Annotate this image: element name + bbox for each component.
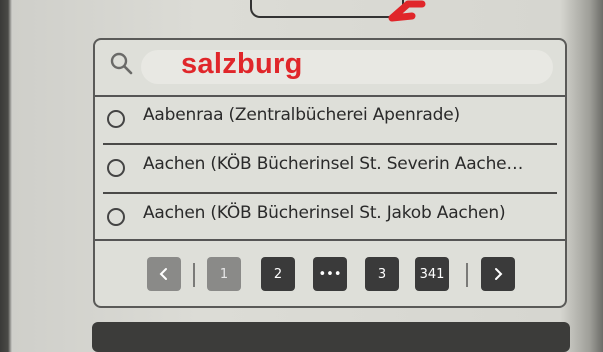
- page-button-3[interactable]: 3: [365, 257, 399, 291]
- list-item-label: Aabenraa (Zentralbücherei Apenrade): [143, 105, 460, 125]
- search-icon: [110, 52, 133, 75]
- search-row: salzburg: [95, 40, 565, 97]
- page-button-2[interactable]: 2: [261, 257, 295, 291]
- library-search-panel: salzburg Aabenraa (Zentralbücherei Apenr…: [93, 38, 567, 308]
- top-tab-outline: [250, 0, 404, 18]
- page-button-1[interactable]: 1: [207, 257, 241, 291]
- annotation-arrow-icon: [388, 0, 426, 22]
- list-item[interactable]: Aachen (KÖB Bücherinsel St. Jakob Aachen…: [95, 195, 565, 243]
- list-item-label: Aachen (KÖB Bücherinsel St. Severin Aach…: [143, 154, 524, 174]
- prev-page-button[interactable]: [147, 257, 181, 291]
- list-item[interactable]: Aachen (KÖB Bücherinsel St. Severin Aach…: [95, 146, 565, 194]
- chevron-right-icon: [495, 268, 503, 280]
- pager-divider: [466, 263, 468, 287]
- search-input[interactable]: salzburg: [141, 48, 553, 84]
- radio-button[interactable]: [107, 110, 125, 128]
- divider: [103, 143, 557, 145]
- bottom-toolbar: [92, 322, 570, 352]
- search-query-text: salzburg: [181, 48, 303, 80]
- pager-divider: [193, 263, 195, 287]
- page-ellipsis-button[interactable]: •••: [313, 257, 347, 291]
- list-item-label: Aachen (KÖB Bücherinsel St. Jakob Aachen…: [143, 203, 506, 223]
- list-item[interactable]: Aabenraa (Zentralbücherei Apenrade): [95, 97, 565, 145]
- next-page-button[interactable]: [481, 257, 515, 291]
- page-button-341[interactable]: 341: [415, 257, 449, 291]
- pagination: 1 2 ••• 3 341: [95, 239, 565, 306]
- radio-button[interactable]: [107, 159, 125, 177]
- divider: [103, 192, 557, 194]
- chevron-left-icon: [159, 268, 167, 280]
- radio-button[interactable]: [107, 208, 125, 226]
